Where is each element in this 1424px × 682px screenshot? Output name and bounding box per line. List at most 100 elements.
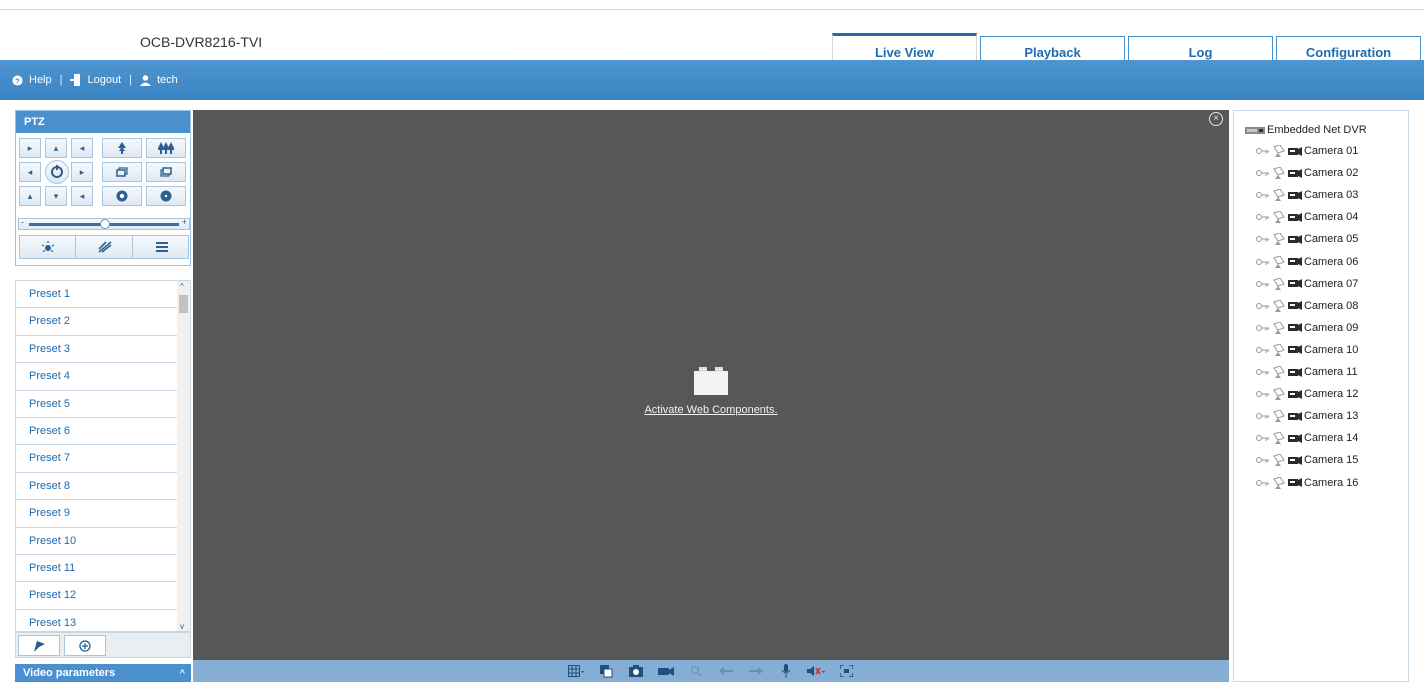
camera-item[interactable]: Camera 12	[1256, 388, 1359, 401]
zoom-in-button[interactable]	[102, 138, 142, 158]
camera-icon	[1288, 411, 1302, 421]
connect-icon	[1256, 280, 1269, 287]
zoom-button[interactable]	[686, 663, 706, 679]
prev-page-button[interactable]	[716, 663, 736, 679]
camera-item[interactable]: Camera 02	[1256, 167, 1359, 180]
camera-item[interactable]: Camera 14	[1256, 432, 1358, 445]
volume-button[interactable]	[806, 663, 826, 679]
ptz-speed-slider[interactable]: - +	[18, 217, 190, 230]
preset-scrollbar[interactable]: ^ v	[177, 281, 190, 631]
ptz-left-button[interactable]: ◂	[19, 162, 41, 182]
connect-icon	[1256, 148, 1269, 154]
camera-item[interactable]: Camera 07	[1256, 277, 1359, 290]
preset-item[interactable]: Preset 7	[16, 445, 177, 473]
record-status-icon	[1273, 476, 1285, 489]
camera-icon	[1288, 234, 1302, 244]
connect-icon	[1256, 346, 1269, 353]
camera-item[interactable]: Camera 11	[1256, 366, 1358, 378]
preset-item[interactable]: Preset 12	[16, 582, 177, 610]
camera-label: Camera 09	[1304, 321, 1359, 334]
preset-item[interactable]: Preset 8	[16, 473, 177, 501]
camera-icon	[1288, 478, 1302, 487]
camera-icon	[1288, 345, 1302, 355]
logout-link[interactable]: Logout	[70, 74, 121, 86]
microphone-button[interactable]	[776, 663, 796, 679]
camera-item[interactable]: Camera 05	[1256, 233, 1358, 246]
dvr-icon	[1245, 127, 1265, 134]
wiper-button[interactable]	[77, 236, 133, 258]
scroll-down-icon[interactable]: v	[180, 622, 184, 631]
camera-icon	[1288, 212, 1302, 222]
camera-label: Camera 02	[1304, 167, 1359, 180]
video-parameters-header[interactable]: Video parameters ^	[15, 664, 191, 682]
preset-item[interactable]: Preset 9	[16, 500, 177, 528]
slider-plus-label: +	[181, 217, 187, 227]
stop-all-button[interactable]	[596, 663, 616, 679]
camera-item[interactable]: Camera 09	[1256, 321, 1359, 334]
capture-button[interactable]	[626, 663, 646, 679]
ptz-down-right-button[interactable]: ◂	[71, 186, 93, 206]
scroll-thumb[interactable]	[179, 295, 188, 313]
zoom-out-button[interactable]	[146, 138, 186, 158]
preset-item[interactable]: Preset 3	[16, 336, 177, 364]
camera-label: Camera 07	[1304, 277, 1359, 290]
arrow-right-icon	[749, 667, 763, 675]
preset-item[interactable]: Preset 1	[16, 281, 177, 309]
menu-button[interactable]	[134, 236, 190, 258]
scroll-up-icon[interactable]: ^	[180, 282, 184, 291]
activate-web-components-link[interactable]: Activate Web Components.	[193, 404, 1229, 416]
camera-label: Camera 13	[1304, 410, 1359, 423]
record-status-icon	[1273, 277, 1285, 290]
preset-list: Preset 1 Preset 2 Preset 3 Preset 4 Preset 5…	[15, 280, 191, 632]
help-link[interactable]: ? Help	[12, 74, 52, 86]
focus-far-button[interactable]	[146, 162, 186, 182]
record-status-icon	[1273, 321, 1285, 334]
close-icon[interactable]: ×	[1209, 112, 1223, 126]
camera-item[interactable]: Camera 15	[1256, 454, 1358, 467]
preset-tab[interactable]	[18, 635, 60, 656]
camera-icon	[1288, 389, 1302, 399]
video-window[interactable]: × Activate Web Components.	[193, 110, 1229, 660]
preset-item[interactable]: Preset 11	[16, 555, 177, 583]
camera-item[interactable]: Camera 04	[1256, 211, 1358, 224]
preset-item[interactable]: Preset 13	[16, 610, 177, 631]
preset-item[interactable]: Preset 10	[16, 528, 177, 555]
light-button[interactable]	[20, 236, 76, 258]
fullscreen-button[interactable]	[836, 663, 856, 679]
record-icon	[658, 667, 674, 676]
ptz-right-button[interactable]: ▸	[71, 162, 93, 182]
camera-item[interactable]: Camera 08	[1256, 299, 1358, 312]
logout-label: Logout	[87, 74, 122, 86]
record-status-icon	[1273, 233, 1285, 246]
patrol-tab[interactable]	[64, 635, 106, 656]
separator: |	[59, 74, 63, 86]
camera-item[interactable]: Camera 16	[1256, 476, 1358, 489]
preset-item[interactable]: Preset 2	[16, 308, 177, 336]
camera-item[interactable]: Camera 06	[1256, 255, 1358, 268]
ptz-up-right-button[interactable]: ◂	[71, 138, 93, 158]
camera-label: Camera 11	[1304, 366, 1358, 378]
iris-open-button[interactable]	[102, 186, 142, 206]
preset-item[interactable]: Preset 4	[16, 363, 177, 391]
camera-item[interactable]: Camera 13	[1256, 410, 1359, 423]
focus-far-icon	[160, 167, 172, 177]
ptz-down-left-button[interactable]: ▴	[19, 186, 41, 206]
ptz-up-button[interactable]: ▴	[45, 138, 67, 158]
next-page-button[interactable]	[746, 663, 766, 679]
layout-button[interactable]	[566, 663, 586, 679]
ptz-up-left-button[interactable]: ▸	[19, 138, 41, 158]
camera-label: Camera 12	[1304, 388, 1359, 401]
slider-knob[interactable]	[100, 219, 110, 229]
preset-item[interactable]: Preset 6	[16, 418, 177, 446]
focus-near-button[interactable]	[102, 162, 142, 182]
ptz-down-button[interactable]: ▾	[45, 186, 67, 206]
iris-close-button[interactable]	[146, 186, 186, 206]
record-button[interactable]	[656, 663, 676, 679]
help-label: Help	[29, 74, 52, 86]
camera-item[interactable]: Camera 10	[1256, 343, 1358, 356]
ptz-auto-button[interactable]	[45, 160, 69, 184]
preset-item[interactable]: Preset 5	[16, 391, 177, 418]
tree-root[interactable]: Embedded Net DVR	[1245, 124, 1367, 136]
camera-item[interactable]: Camera 01	[1256, 145, 1358, 157]
camera-item[interactable]: Camera 03	[1256, 189, 1358, 202]
